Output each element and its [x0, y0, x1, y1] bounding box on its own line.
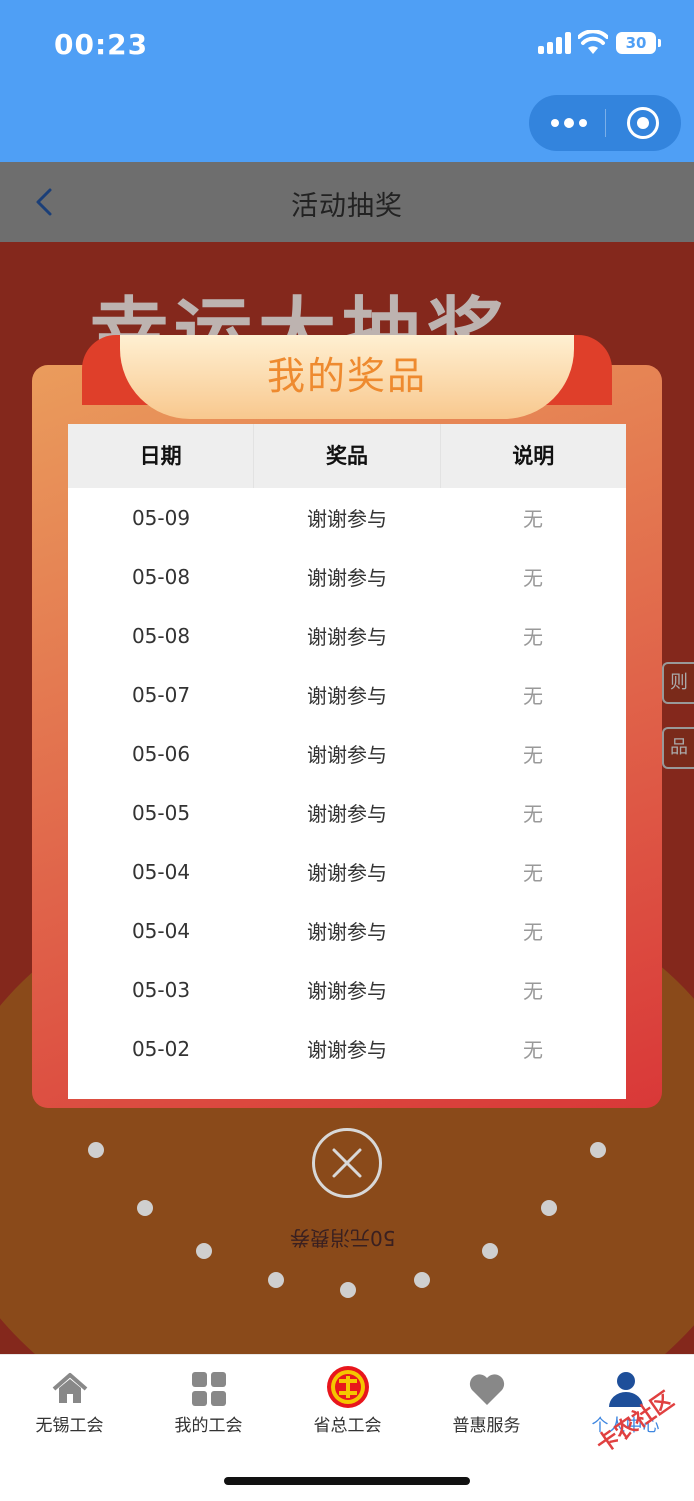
- prizes-side-button[interactable]: 品: [662, 727, 694, 769]
- wheel-light: [340, 1282, 356, 1298]
- home-indicator: [224, 1477, 470, 1485]
- home-icon: [52, 1373, 87, 1403]
- cell-date: 05-09: [131, 505, 191, 530]
- close-icon: [332, 1148, 362, 1178]
- cell-prize: 谢谢参与: [307, 861, 387, 885]
- table-row: 05-04 谢谢参与 无: [68, 901, 626, 960]
- cell-prize: 谢谢参与: [307, 507, 387, 531]
- wheel-light: [196, 1243, 212, 1259]
- cell-date: 05-04: [131, 859, 191, 884]
- close-program-icon[interactable]: [627, 107, 659, 139]
- battery-icon: 30: [616, 32, 661, 54]
- wheel-light: [137, 1200, 153, 1216]
- wheel-prize-label: 50元消费券: [290, 1226, 396, 1250]
- table-row: 05-01谢谢参与无: [68, 1078, 626, 1100]
- tab-label: 我的工会: [174, 1416, 243, 1436]
- table-row: 05-05 谢谢参与 无: [68, 783, 626, 842]
- table-row: 05-02 谢谢参与 无: [68, 1019, 626, 1078]
- tab-label: 省总工会: [313, 1416, 382, 1436]
- cell-prize: 谢谢参与: [254, 1093, 440, 1099]
- heart-icon: [469, 1374, 504, 1405]
- close-modal-button[interactable]: [312, 1128, 382, 1198]
- prize-table[interactable]: 日期 奖品 说明 05-09 谢谢参与无 05-08 谢谢参与无 05-08 谢谢参与无 0…: [68, 424, 626, 1099]
- tab-my-union[interactable]: 我的工会: [139, 1355, 278, 1445]
- cell-prize: 谢谢参与: [307, 625, 387, 649]
- cell-date: 05-01: [68, 1096, 254, 1100]
- union-emblem-icon: [326, 1366, 369, 1408]
- cell-note: 无: [523, 507, 543, 531]
- table-row: 05-09 谢谢参与 无: [68, 488, 626, 547]
- tab-label: 无锡工会: [35, 1416, 104, 1436]
- cell-prize: 谢谢参与: [307, 1038, 387, 1062]
- cell-note: 无: [523, 684, 543, 708]
- tab-wuxi-union[interactable]: 无锡工会: [0, 1355, 139, 1445]
- more-icon[interactable]: [551, 113, 587, 133]
- cell-date: 05-05: [131, 800, 191, 825]
- cell-prize: 谢谢参与: [307, 802, 387, 826]
- cell-note: 无: [523, 743, 543, 767]
- cell-date: 05-06: [131, 741, 191, 766]
- cell-prize: 谢谢参与: [307, 743, 387, 767]
- cell-note: 无: [523, 802, 543, 826]
- cell-date: 05-08: [131, 623, 191, 648]
- modal-title: 我的奖品: [266, 354, 427, 398]
- wheel-light: [541, 1200, 557, 1216]
- wheel-light: [88, 1142, 104, 1158]
- wheel-light: [268, 1272, 284, 1288]
- cell-note: 无: [523, 920, 543, 944]
- wheel-light: [590, 1142, 606, 1158]
- signal-icon: [538, 32, 572, 54]
- column-prize: 奖品: [254, 424, 441, 488]
- cell-note: 无: [523, 1038, 543, 1062]
- table-header: 日期 奖品 说明: [68, 424, 626, 488]
- status-bar: 00:23 30: [0, 0, 694, 162]
- tab-benefit-service[interactable]: 普惠服务: [417, 1355, 556, 1445]
- grid-icon: [191, 1372, 226, 1406]
- cell-note: 无: [523, 979, 543, 1003]
- column-note: 说明: [512, 444, 555, 468]
- column-date: 日期: [68, 424, 255, 488]
- mini-program-capsule: [529, 95, 681, 151]
- tab-label: 普惠服务: [452, 1416, 521, 1436]
- cell-prize: 谢谢参与: [307, 566, 387, 590]
- table-row: 05-07 谢谢参与 无: [68, 665, 626, 724]
- cell-date: 05-04: [131, 918, 191, 943]
- table-row: 05-08 谢谢参与 无: [68, 606, 626, 665]
- cell-prize: 谢谢参与: [307, 920, 387, 944]
- capsule-divider: [605, 109, 606, 137]
- status-time: 00:23: [54, 28, 149, 61]
- cell-note: 无: [523, 566, 543, 590]
- navigation-bar: 活动抽奖: [0, 162, 694, 242]
- cell-date: 05-03: [131, 977, 191, 1002]
- cell-prize: 谢谢参与: [307, 684, 387, 708]
- table-row: 05-06 谢谢参与 无: [68, 724, 626, 783]
- rules-side-button[interactable]: 则: [662, 662, 694, 704]
- wifi-icon: [578, 30, 608, 54]
- table-row: 05-08 谢谢参与 无: [68, 547, 626, 606]
- wheel-light: [414, 1272, 430, 1288]
- cell-date: 05-02: [131, 1036, 191, 1061]
- table-row: 05-03 谢谢参与 无: [68, 960, 626, 1019]
- cell-note: 无: [440, 1093, 626, 1099]
- table-body[interactable]: 05-09 谢谢参与无 05-08 谢谢参与无 05-08 谢谢参与无 05-07 谢谢参与无…: [68, 488, 626, 1100]
- page-title: 活动抽奖: [291, 191, 403, 222]
- wheel-light: [482, 1243, 498, 1259]
- cell-date: 05-08: [131, 564, 191, 589]
- tab-provincial-union[interactable]: 省总工会: [278, 1355, 417, 1445]
- cell-date: 05-07: [131, 682, 191, 707]
- table-row: 05-04 谢谢参与 无: [68, 842, 626, 901]
- cell-note: 无: [523, 625, 543, 649]
- cell-note: 无: [523, 861, 543, 885]
- cell-prize: 谢谢参与: [307, 979, 387, 1003]
